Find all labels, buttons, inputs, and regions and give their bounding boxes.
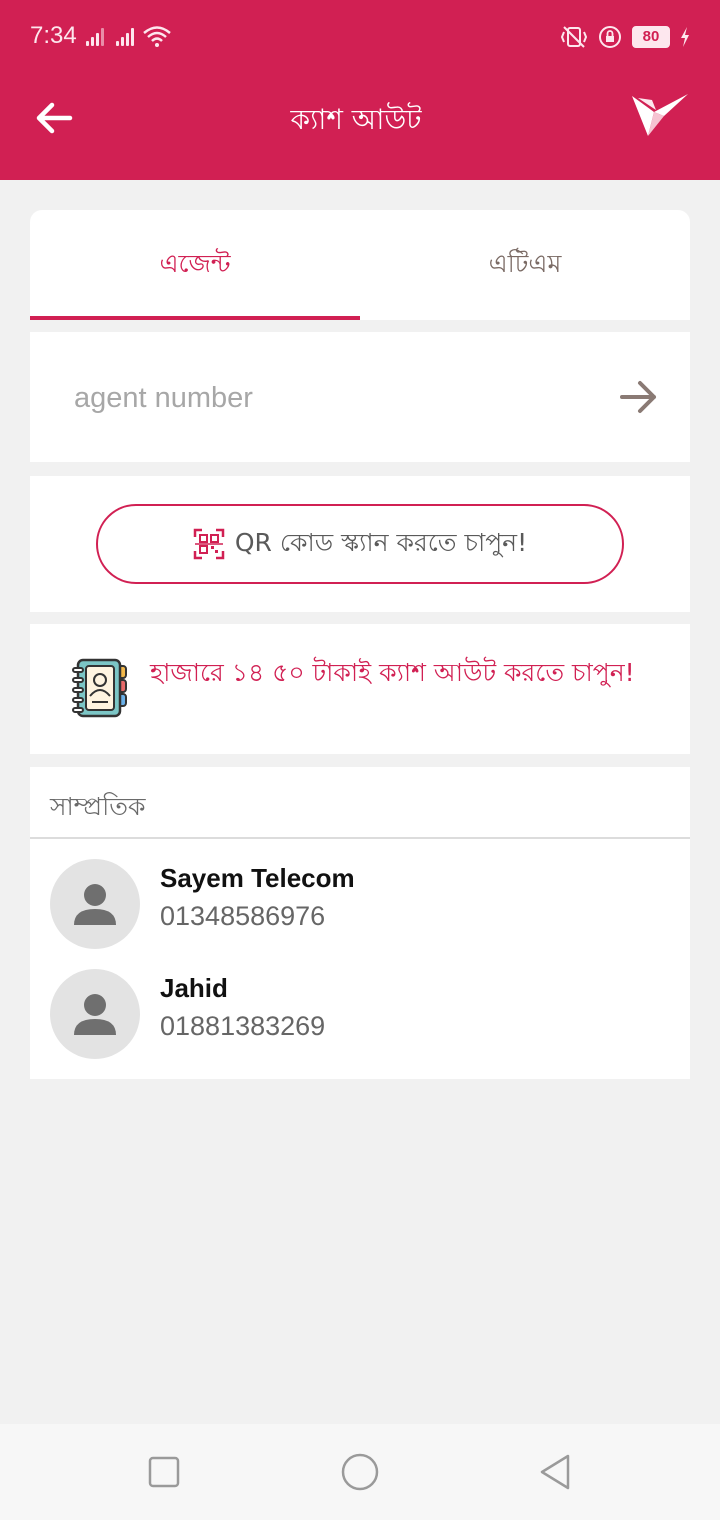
tab-bar: এজেন্ট এটিএম xyxy=(30,210,690,320)
contact-name: Jahid xyxy=(160,973,228,1003)
arrow-right-icon xyxy=(620,381,656,413)
home-button[interactable] xyxy=(340,1452,380,1492)
status-bar: 7:34 80 xyxy=(0,0,720,76)
active-tab-indicator xyxy=(30,316,360,320)
recents-button[interactable] xyxy=(144,1452,184,1492)
avatar xyxy=(50,969,140,1059)
system-nav-bar xyxy=(0,1424,720,1520)
contact-row[interactable]: Sayem Telecom 01348586976 xyxy=(30,859,690,959)
promo-banner[interactable]: হাজারে ১৪ ৫০ টাকাই ক্যাশ আউট করতে চাপুন! xyxy=(30,624,690,754)
app-header: 7:34 80 ক্যাশ আউট xyxy=(0,0,720,180)
contact-number: 01881383269 xyxy=(160,1011,326,1041)
bird-logo-icon xyxy=(632,94,688,136)
recent-header: সাম্প্রতিক xyxy=(50,792,146,821)
qr-scan-icon xyxy=(193,528,225,560)
tab-atm[interactable]: এটিএম xyxy=(360,210,690,320)
submit-agent-button[interactable] xyxy=(618,376,660,418)
qr-scan-button[interactable]: QR কোড স্ক্যান করতে চাপুন! xyxy=(96,504,624,584)
person-icon xyxy=(74,994,116,1035)
status-icons: 80 xyxy=(560,22,690,52)
divider xyxy=(30,837,690,839)
promo-text: হাজারে ১৪ ৫০ টাকাই ক্যাশ আউট করতে চাপুন! xyxy=(150,658,635,687)
tab-agent[interactable]: এজেন্ট xyxy=(30,210,360,320)
page-title: ক্যাশ আউট xyxy=(290,103,422,136)
back-triangle-icon xyxy=(540,1454,570,1490)
signal-icon xyxy=(86,26,108,46)
qr-scan-label: QR কোড স্ক্যান করতে চাপুন! xyxy=(234,527,528,557)
avatar xyxy=(50,859,140,949)
cash-out-screen: 7:34 80 ক্যাশ আউট এজেন্ট এটিএম agent num… xyxy=(0,0,720,1520)
contact-number: 01348586976 xyxy=(160,901,326,931)
contact-book-icon xyxy=(72,658,127,718)
recent-contacts: সাম্প্রতিক Sayem Telecom 01348586976 Jah… xyxy=(30,767,690,1079)
qr-card: QR কোড স্ক্যান করতে চাপুন! xyxy=(30,476,690,612)
wifi-icon xyxy=(143,26,171,47)
agent-number-card xyxy=(30,332,690,462)
battery-icon: 80 xyxy=(632,26,670,48)
contact-name: Sayem Telecom xyxy=(160,863,355,893)
status-time: 7:34 xyxy=(30,22,77,49)
nav-back-button[interactable] xyxy=(536,1452,576,1492)
charging-icon xyxy=(681,27,689,47)
home-circle-icon xyxy=(341,1453,379,1491)
agent-number-input[interactable] xyxy=(74,372,574,424)
person-icon xyxy=(74,884,116,925)
vibrate-icon xyxy=(560,26,588,48)
signal-icon xyxy=(116,26,138,46)
lock-icon xyxy=(599,26,621,48)
recents-square-icon xyxy=(148,1456,180,1488)
contact-row[interactable]: Jahid 01881383269 xyxy=(30,969,690,1069)
